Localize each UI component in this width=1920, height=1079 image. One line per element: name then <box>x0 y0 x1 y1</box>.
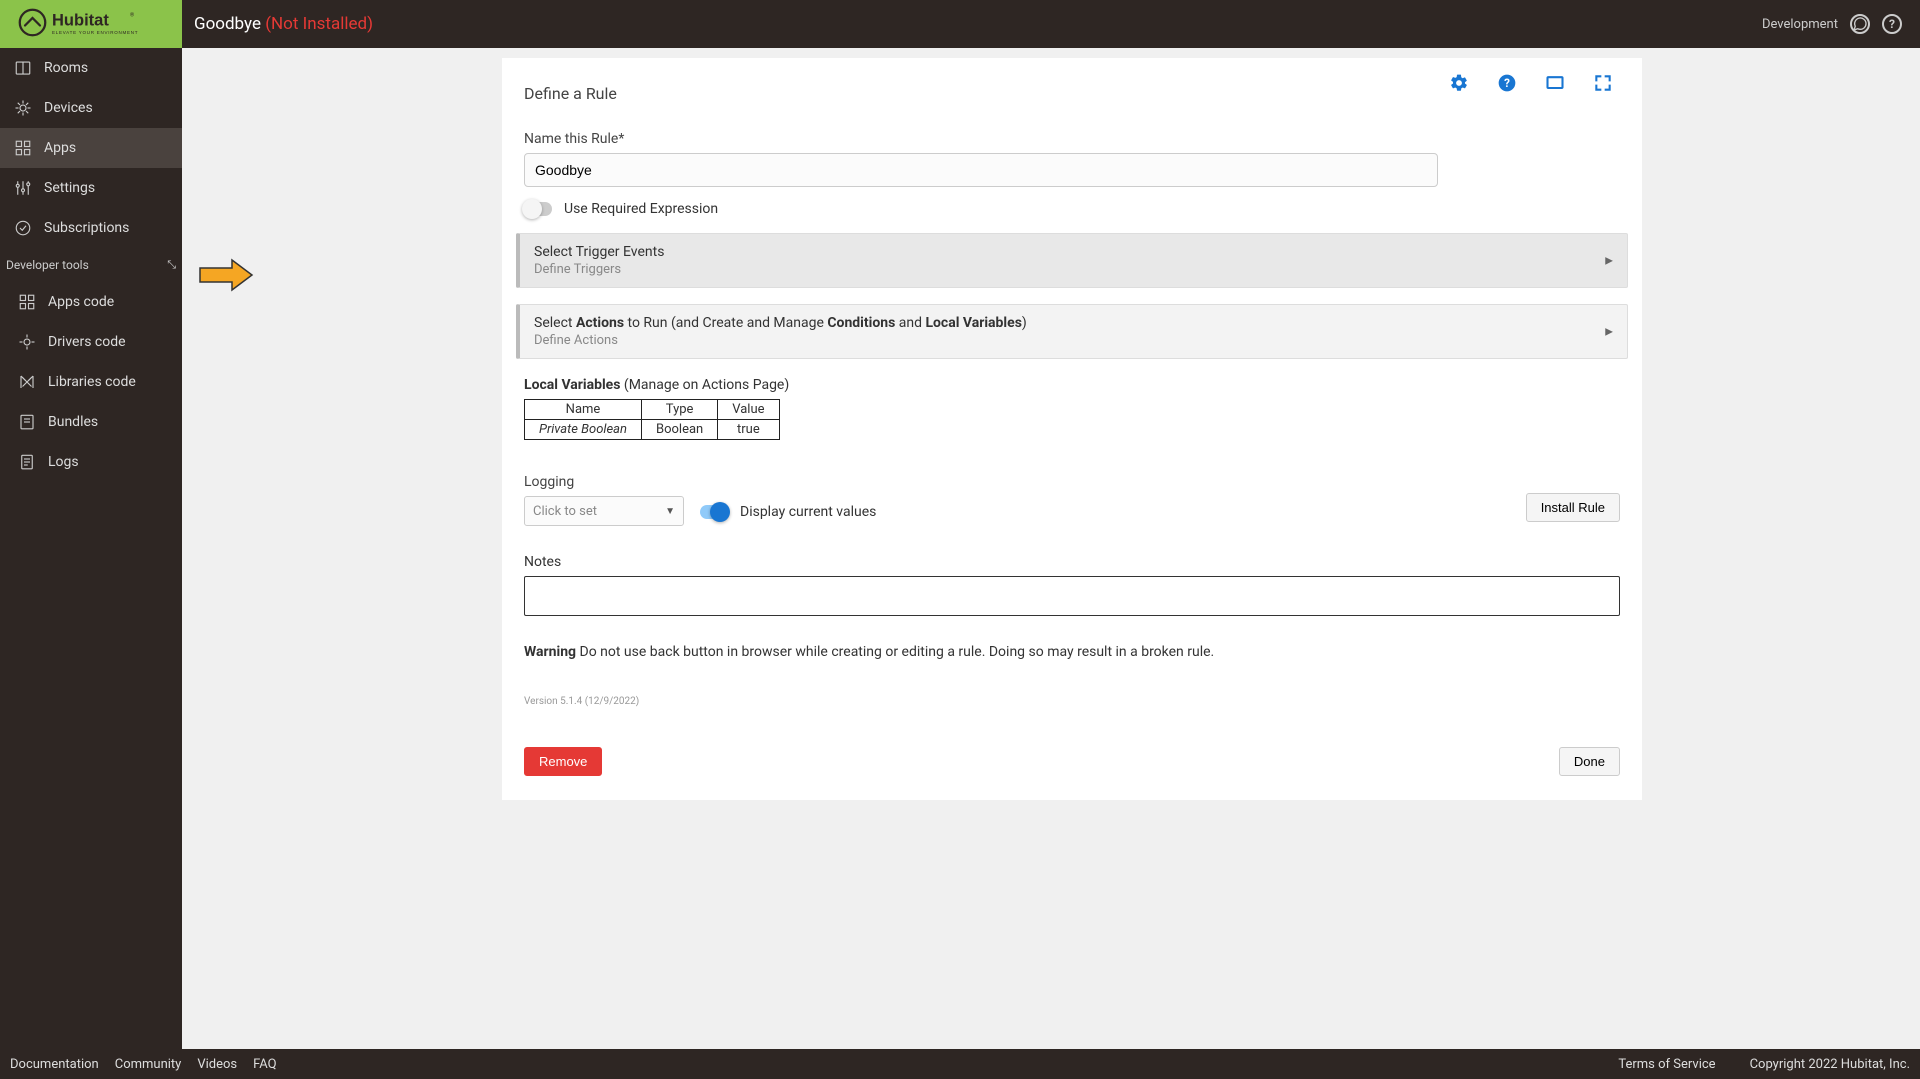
logging-placeholder: Click to set <box>533 504 597 519</box>
sidebar-label: Drivers code <box>48 334 126 350</box>
notes-label: Notes <box>524 554 1620 570</box>
sidebar-label: Settings <box>44 180 95 196</box>
td-name: Private Boolean <box>525 420 642 440</box>
bundles-icon <box>18 413 36 431</box>
devices-icon <box>14 99 32 117</box>
done-button[interactable]: Done <box>1559 747 1620 776</box>
sidebar-item-libraries-code[interactable]: Libraries code <box>0 362 182 402</box>
drivers-code-icon <box>18 333 36 351</box>
logging-label: Logging <box>524 474 684 490</box>
dropdown-icon: ▼ <box>665 506 675 517</box>
sidebar: Rooms Devices Apps Settings Subscription… <box>0 48 182 1049</box>
gear-icon[interactable] <box>1448 72 1470 94</box>
svg-text:®: ® <box>130 12 134 19</box>
sidebar-label: Rooms <box>44 60 88 76</box>
local-vars-title: Local Variables <box>524 377 620 393</box>
actions-subtitle: Define Actions <box>534 333 1613 348</box>
th-name: Name <box>525 400 642 420</box>
sidebar-item-rooms[interactable]: Rooms <box>0 48 182 88</box>
rule-name-input[interactable] <box>524 153 1438 187</box>
trigger-subtitle: Define Triggers <box>534 262 1613 277</box>
name-label: Name this Rule* <box>524 131 1620 147</box>
development-label: Development <box>1762 17 1838 32</box>
required-expression-toggle[interactable] <box>524 202 552 216</box>
sidebar-label: Libraries code <box>48 374 136 390</box>
developer-tools-label: Developer tools <box>6 258 89 272</box>
sidebar-item-drivers-code[interactable]: Drivers code <box>0 322 182 362</box>
sidebar-item-settings[interactable]: Settings <box>0 168 182 208</box>
page-status: (Not Installed) <box>265 14 373 34</box>
logging-select[interactable]: Click to set ▼ <box>524 496 684 526</box>
actions-title: Select Actions to Run (and Create and Ma… <box>534 315 1613 331</box>
sidebar-item-apps[interactable]: Apps <box>0 128 182 168</box>
collapse-icon[interactable]: ⤡ <box>167 258 176 272</box>
warning-text: Warning Do not use back button in browse… <box>524 644 1620 660</box>
annotation-arrow <box>198 258 254 292</box>
sidebar-label: Devices <box>44 100 93 116</box>
local-vars-hint: (Manage on Actions Page) <box>620 377 789 393</box>
screen-icon[interactable] <box>1544 72 1566 94</box>
page-title: Goodbye (Not Installed) <box>194 14 373 34</box>
actions-card[interactable]: Select Actions to Run (and Create and Ma… <box>516 304 1628 359</box>
subscriptions-icon <box>14 219 32 237</box>
td-type: Boolean <box>642 420 718 440</box>
install-rule-button[interactable]: Install Rule <box>1526 493 1620 522</box>
svg-text:?: ? <box>1504 76 1510 90</box>
svg-text:Hubitat: Hubitat <box>52 12 109 30</box>
footer: Documentation Community Videos FAQ Terms… <box>0 1049 1920 1079</box>
fullscreen-icon[interactable] <box>1592 72 1614 94</box>
sidebar-item-logs[interactable]: Logs <box>0 442 182 482</box>
trigger-events-card[interactable]: Select Trigger Events Define Triggers ▶ <box>516 233 1628 288</box>
logs-icon <box>18 453 36 471</box>
notes-textarea[interactable] <box>524 576 1620 616</box>
footer-copyright: Copyright 2022 Hubitat, Inc. <box>1750 1057 1910 1072</box>
local-variables-section: Local Variables (Manage on Actions Page)… <box>524 377 1620 440</box>
sidebar-section-developer[interactable]: Developer tools ⤡ <box>0 248 182 282</box>
sidebar-item-apps-code[interactable]: Apps code <box>0 282 182 322</box>
page-title-text: Goodbye <box>194 14 261 34</box>
help-icon[interactable]: ? <box>1496 72 1518 94</box>
remove-button[interactable]: Remove <box>524 747 602 776</box>
footer-link-faq[interactable]: FAQ <box>253 1057 276 1072</box>
table-row: Private Boolean Boolean true <box>525 420 780 440</box>
th-value: Value <box>718 400 779 420</box>
apps-icon <box>14 139 32 157</box>
sidebar-item-subscriptions[interactable]: Subscriptions <box>0 208 182 248</box>
apps-code-icon <box>18 293 36 311</box>
sidebar-label: Subscriptions <box>44 220 129 236</box>
display-values-label: Display current values <box>740 504 876 520</box>
table-header-row: Name Type Value <box>525 400 780 420</box>
rooms-icon <box>14 59 32 77</box>
footer-link-community[interactable]: Community <box>115 1057 182 1072</box>
sidebar-label: Bundles <box>48 414 98 430</box>
sidebar-label: Apps code <box>48 294 114 310</box>
logo[interactable]: Hubitat ELEVATE YOUR ENVIRONMENT ® <box>0 0 182 48</box>
topbar: Hubitat ELEVATE YOUR ENVIRONMENT ® Goodb… <box>0 0 1920 48</box>
sidebar-item-bundles[interactable]: Bundles <box>0 402 182 442</box>
main-panel: ? Define a Rule Name this Rule* Use Requ… <box>502 58 1642 800</box>
settings-icon <box>14 179 32 197</box>
sidebar-label: Apps <box>44 140 76 156</box>
required-expression-label: Use Required Expression <box>564 201 718 217</box>
local-variables-table: Name Type Value Private Boolean Boolean … <box>524 399 780 440</box>
libraries-code-icon <box>18 373 36 391</box>
footer-link-documentation[interactable]: Documentation <box>10 1057 99 1072</box>
sidebar-item-devices[interactable]: Devices <box>0 88 182 128</box>
th-type: Type <box>642 400 718 420</box>
version-text: Version 5.1.4 (12/9/2022) <box>524 696 1620 707</box>
sidebar-label: Logs <box>48 454 79 470</box>
footer-tos[interactable]: Terms of Service <box>1618 1057 1715 1072</box>
display-values-toggle[interactable] <box>700 505 728 519</box>
footer-link-videos[interactable]: Videos <box>197 1057 237 1072</box>
help-icon[interactable]: ? <box>1882 14 1902 34</box>
chevron-right-icon: ▶ <box>1605 326 1613 337</box>
content-area: ? Define a Rule Name this Rule* Use Requ… <box>182 48 1920 1049</box>
svg-text:ELEVATE YOUR ENVIRONMENT: ELEVATE YOUR ENVIRONMENT <box>52 30 138 35</box>
trigger-title: Select Trigger Events <box>534 244 1613 260</box>
chat-icon[interactable] <box>1850 14 1870 34</box>
td-value: true <box>718 420 779 440</box>
chevron-right-icon: ▶ <box>1605 255 1613 266</box>
